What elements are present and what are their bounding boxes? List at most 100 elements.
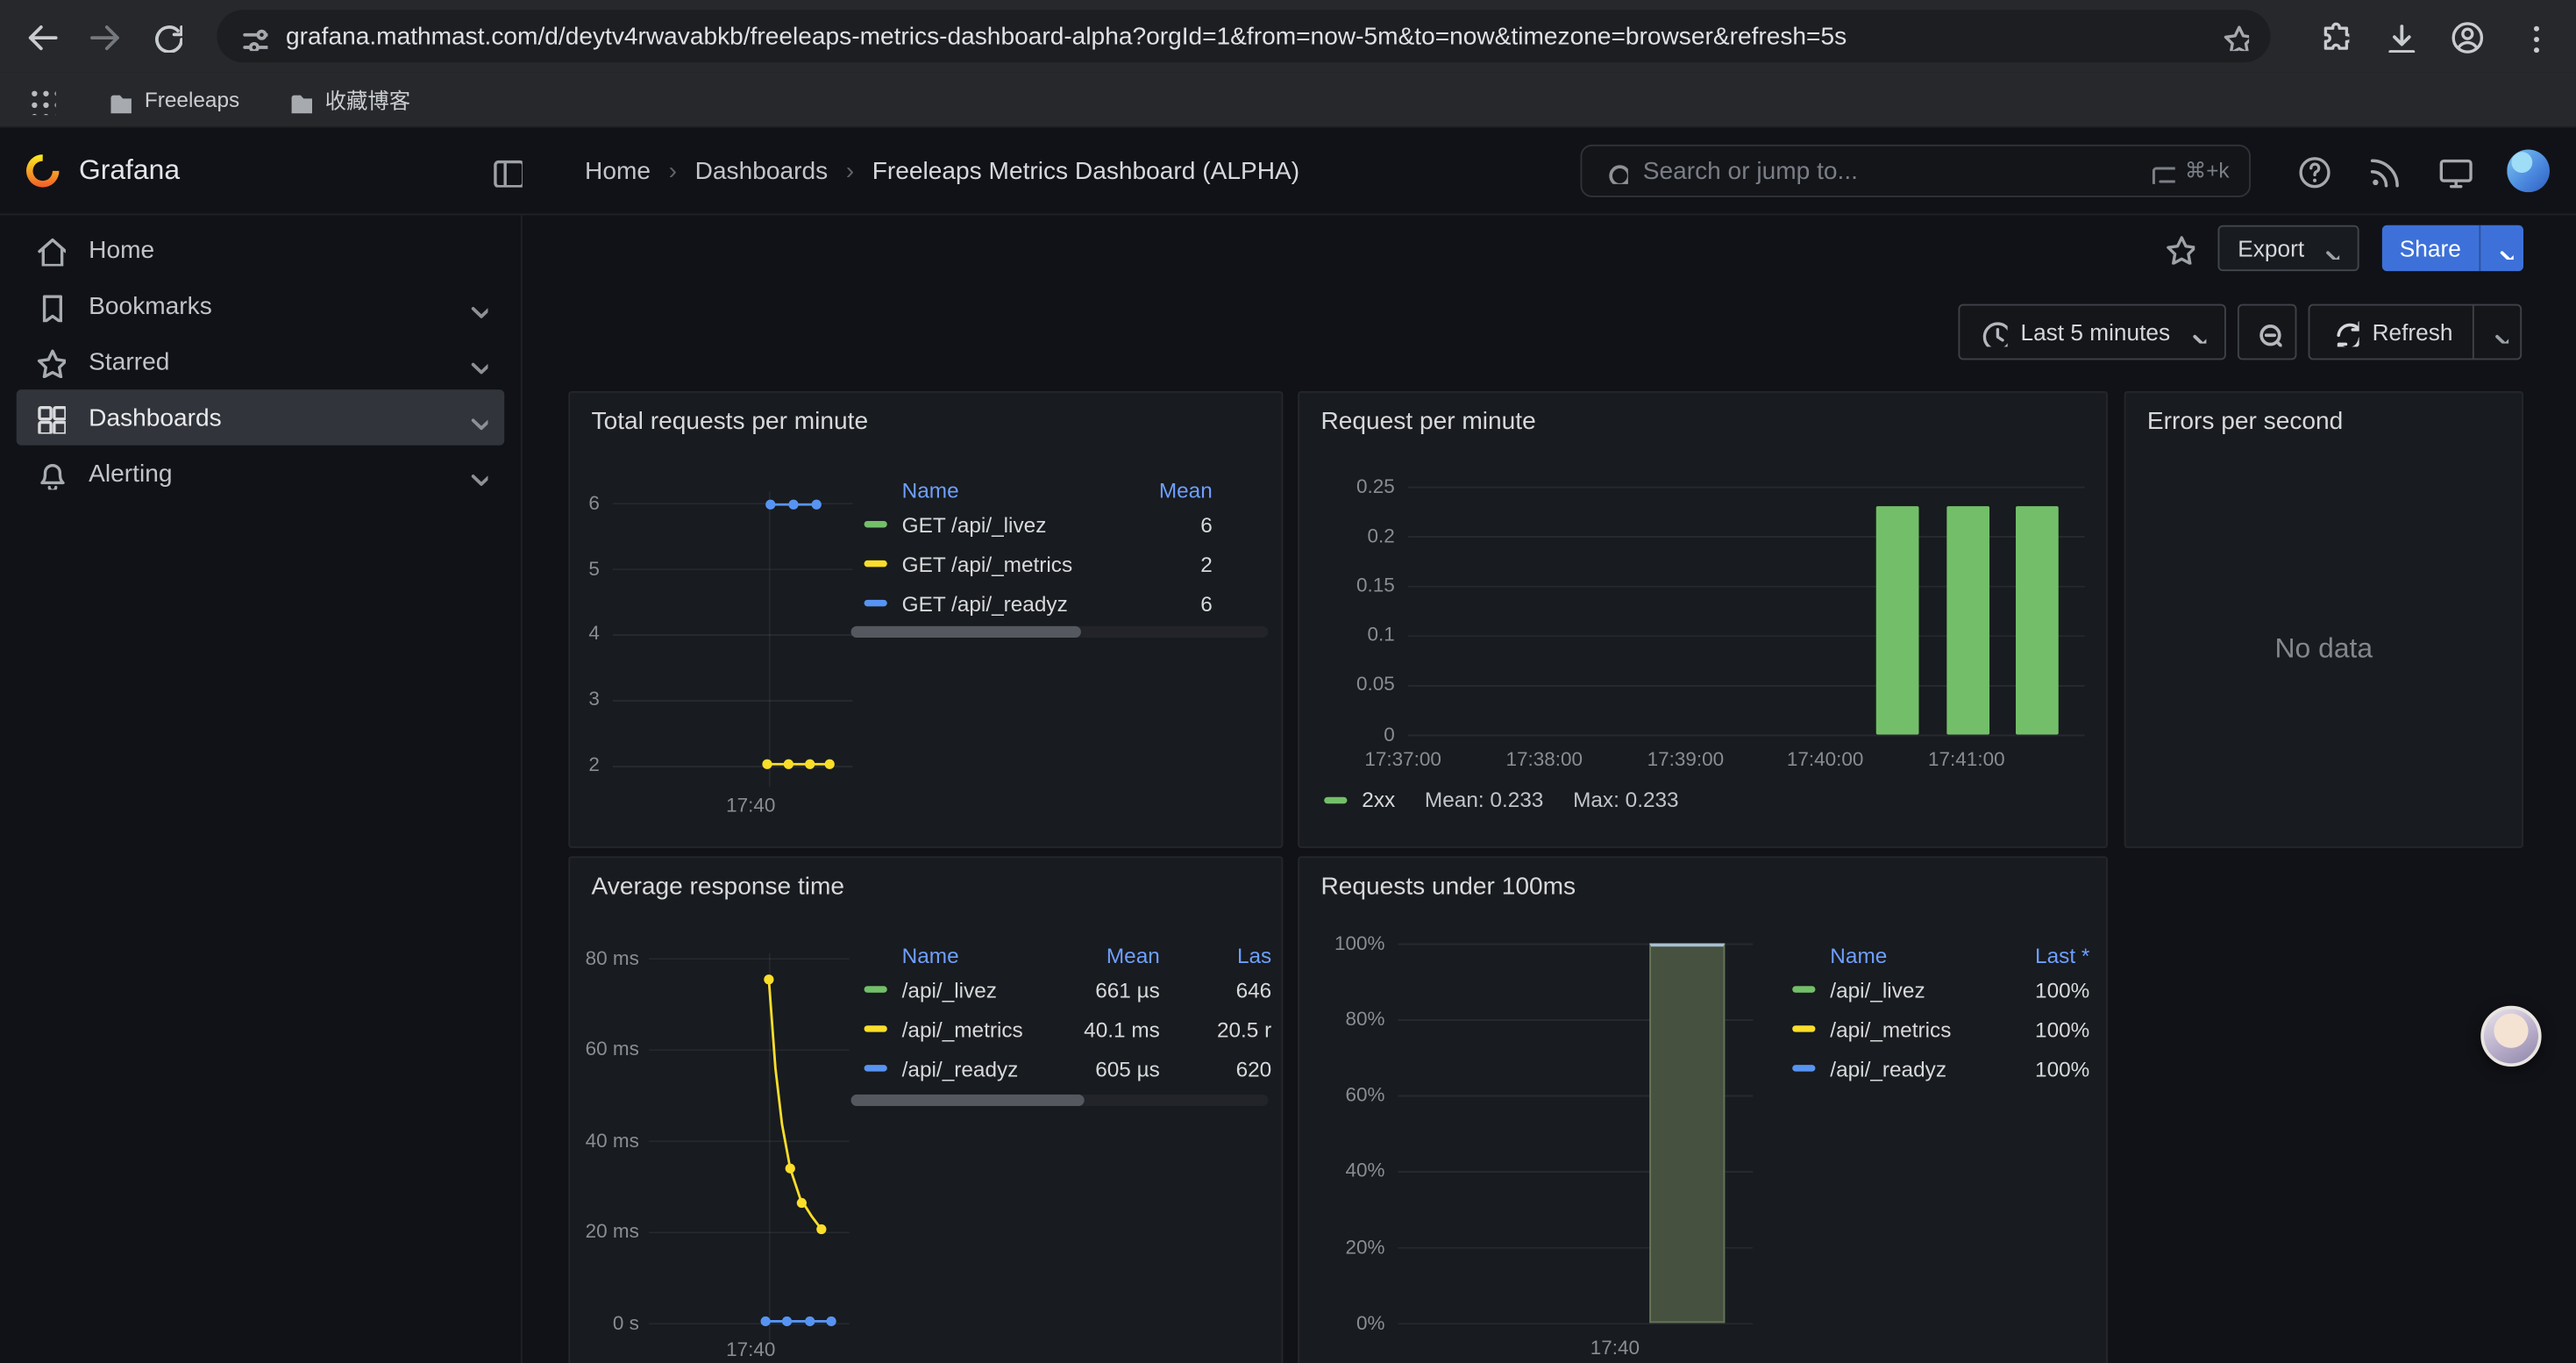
legend-scrollbar[interactable] xyxy=(851,626,1269,638)
search-shortcut: ⌘+k xyxy=(2149,158,2230,184)
forward-button[interactable] xyxy=(85,18,121,54)
y-tick: 4 xyxy=(570,621,600,644)
sidebar-item-dashboards[interactable]: Dashboards xyxy=(17,389,504,446)
url-input[interactable] xyxy=(286,22,2202,50)
legend-value: 2 xyxy=(1127,552,1212,576)
legend-row: /api/_metrics 100% xyxy=(1779,1009,2089,1048)
legend-series[interactable]: GET /api/_readyz xyxy=(851,591,1128,616)
reload-button[interactable] xyxy=(148,18,184,54)
zoom-out-icon xyxy=(2252,318,2282,347)
bookmark-folder-freeleaps[interactable]: Freeleaps xyxy=(105,86,239,112)
scrollbar-thumb[interactable] xyxy=(851,626,1081,638)
user-avatar[interactable] xyxy=(2507,150,2550,193)
legend-header-name[interactable]: Name xyxy=(851,943,1055,967)
legend-header-last[interactable]: Last * xyxy=(1988,943,2089,967)
brand-title: Grafana xyxy=(79,154,180,187)
y-tick: 40 ms xyxy=(570,1129,639,1152)
sidebar-item-home[interactable]: Home xyxy=(17,222,504,278)
favorite-star-button[interactable] xyxy=(2162,232,2195,264)
sidebar-item-starred[interactable]: Starred xyxy=(17,333,504,389)
panel-title[interactable]: Request per minute xyxy=(1320,408,1535,436)
site-settings-icon[interactable] xyxy=(238,21,268,51)
legend-row: GET /api/_metrics 2 xyxy=(851,544,1213,583)
chevron-down-icon[interactable] xyxy=(462,348,488,375)
time-range-picker[interactable]: Last 5 minutes xyxy=(1958,304,2226,360)
chevron-down-icon[interactable] xyxy=(462,404,488,431)
downloads-button[interactable] xyxy=(2382,19,2415,52)
search-box[interactable]: ⌘+k xyxy=(1580,145,2250,197)
address-bar[interactable] xyxy=(217,10,2270,62)
panel-title[interactable]: Requests under 100ms xyxy=(1320,873,1576,901)
legend-series[interactable]: /api/_readyz xyxy=(851,1056,1055,1081)
zoom-out-button[interactable] xyxy=(2238,304,2296,360)
chevron-down-icon[interactable] xyxy=(462,460,488,487)
folder-icon xyxy=(105,86,132,112)
legend-series[interactable]: /api/_metrics xyxy=(1779,1017,1988,1041)
sidebar-item-bookmarks[interactable]: Bookmarks xyxy=(17,278,504,334)
refresh-group: Refresh xyxy=(2308,304,2522,360)
breadcrumb: Home Dashboards Freeleaps Metrics Dashbo… xyxy=(585,157,1299,185)
panel-title[interactable]: Average response time xyxy=(592,873,845,901)
legend-series[interactable]: GET /api/_livez xyxy=(851,512,1128,537)
apps-button[interactable] xyxy=(26,84,56,114)
y-tick: 0% xyxy=(1309,1311,1384,1334)
legend-scrollbar[interactable] xyxy=(851,1095,1269,1106)
panel-title[interactable]: Errors per second xyxy=(2147,408,2343,436)
y-tick: 6 xyxy=(570,491,600,514)
export-button[interactable]: Export xyxy=(2218,225,2359,271)
refresh-button[interactable]: Refresh xyxy=(2309,306,2473,359)
dashboards-grid-icon xyxy=(32,401,65,433)
sidebar-toggle-button[interactable] xyxy=(489,154,522,187)
puzzle-icon xyxy=(2316,19,2349,52)
tv-mode-button[interactable] xyxy=(2437,153,2473,189)
browser-toolbar xyxy=(0,0,2576,72)
legend-value: 605 µs xyxy=(1055,1056,1160,1081)
help-icon xyxy=(2295,153,2331,189)
header-icons xyxy=(2295,150,2550,193)
legend-series[interactable]: /api/_metrics xyxy=(851,1017,1055,1041)
y-tick: 60 ms xyxy=(570,1037,639,1060)
y-tick: 40% xyxy=(1309,1159,1384,1181)
sidebar-item-label: Dashboards xyxy=(89,403,461,432)
forward-icon xyxy=(85,18,121,54)
chevron-down-icon xyxy=(2316,237,2338,260)
bookmark-star-icon[interactable] xyxy=(2219,21,2249,51)
help-button[interactable] xyxy=(2295,153,2331,189)
news-button[interactable] xyxy=(2366,153,2402,189)
back-button[interactable] xyxy=(23,18,59,54)
share-menu-caret[interactable] xyxy=(2479,225,2523,271)
legend-series[interactable]: GET /api/_metrics xyxy=(851,552,1128,576)
profile-button[interactable] xyxy=(2448,18,2484,54)
search-input[interactable] xyxy=(1643,157,2134,185)
breadcrumb-home[interactable]: Home xyxy=(585,157,651,185)
y-tick: 2 xyxy=(570,753,600,775)
bookmark-folder-blog[interactable]: 收藏博客 xyxy=(286,84,410,116)
x-tick: 17:40 xyxy=(709,1338,792,1360)
grafana-logo[interactable] xyxy=(23,151,62,190)
breadcrumb-dashboards[interactable]: Dashboards xyxy=(651,157,828,185)
legend-header-name[interactable]: Name xyxy=(851,477,1128,502)
legend-series[interactable]: /api/_livez xyxy=(851,977,1055,1002)
extensions-button[interactable] xyxy=(2316,19,2349,52)
scrollbar-thumb[interactable] xyxy=(851,1095,1085,1106)
header-left: Grafana xyxy=(23,151,523,190)
series-color-green xyxy=(865,986,887,992)
y-tick: 20% xyxy=(1309,1236,1384,1259)
chevron-down-icon[interactable] xyxy=(462,293,488,319)
sidebar-item-alerting[interactable]: Alerting xyxy=(17,446,504,502)
panel-title[interactable]: Total requests per minute xyxy=(592,408,869,436)
share-button[interactable]: Share xyxy=(2381,225,2523,271)
legend-series[interactable]: /api/_readyz xyxy=(1779,1056,1988,1081)
share-label[interactable]: Share xyxy=(2381,225,2479,271)
browser-menu-button[interactable] xyxy=(2517,19,2550,52)
legend-header-name[interactable]: Name xyxy=(1779,943,1988,967)
assistant-avatar-button[interactable] xyxy=(2480,1006,2541,1067)
legend-header-mean[interactable]: Mean xyxy=(1055,943,1160,967)
legend-series[interactable]: /api/_livez xyxy=(1779,977,1988,1002)
legend-max: Max: 0.233 xyxy=(1573,788,1679,812)
legend-header-last[interactable]: Las xyxy=(1160,943,1271,967)
legend-header: Name Last * xyxy=(1779,940,2089,970)
legend-header-mean[interactable]: Mean xyxy=(1127,477,1212,502)
refresh-interval-caret[interactable] xyxy=(2473,306,2520,359)
legend-series[interactable]: 2xx xyxy=(1362,788,1395,812)
